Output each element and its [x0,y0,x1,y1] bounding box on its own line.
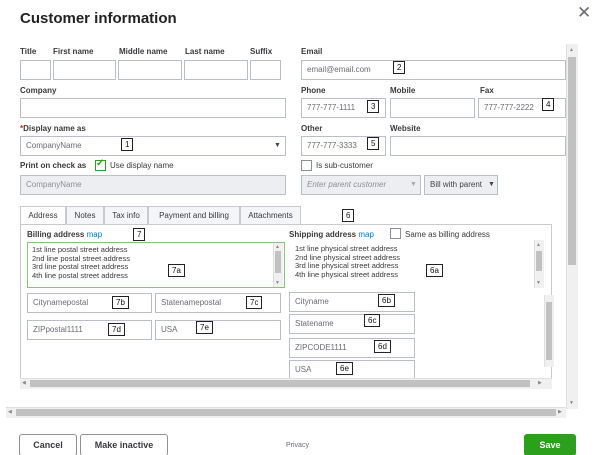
sub-customer-label: Is sub-customer [316,161,373,170]
last-name-input[interactable] [184,60,248,80]
shipping-map-link[interactable]: map [358,230,374,239]
parent-customer-input: Enter parent customer [301,175,421,195]
shipping-textarea-thumb[interactable] [536,251,542,271]
billing-country-input[interactable]: USA [155,320,281,340]
annotation-badge: 6b [378,294,395,307]
tab-address[interactable]: Address [20,206,66,225]
annotation-badge: 6d [374,340,391,353]
scroll-up-icon[interactable]: ▲ [275,244,280,250]
middle-name-input[interactable] [118,60,182,80]
annotation-badge: 4 [542,98,555,111]
shipping-address-label: Shipping address [289,230,357,239]
scroll-right-icon[interactable]: ▶ [538,380,542,386]
shipping-line: 4th line physical street address [295,269,398,279]
panel-h-scrollbar-thumb[interactable] [30,380,530,387]
tab-payment-and-billing[interactable]: Payment and billing [148,206,240,224]
billing-textarea-thumb[interactable] [275,251,281,273]
billing-zip-input[interactable]: ZIPpostal1111 [27,320,152,340]
suffix-input[interactable] [250,60,281,80]
annotation-badge: 1 [121,138,134,151]
annotation-badge: 6 [342,209,355,222]
suffix-label: Suffix [250,47,273,56]
display-name-select[interactable]: CompanyName [20,136,286,156]
company-label: Company [20,86,57,95]
last-name-label: Last name [185,47,225,56]
shipping-state-input[interactable]: Statename [289,314,415,334]
sub-customer-checkbox[interactable] [301,160,312,171]
billing-street-textarea[interactable]: 1st line postal street address 2nd line … [27,242,285,288]
scroll-up-icon[interactable]: ▲ [569,47,574,53]
tab-notes[interactable]: Notes [66,206,104,224]
annotation-badge: 6a [426,264,443,277]
dialog-scrollbar-thumb[interactable] [568,57,576,265]
mobile-label: Mobile [390,86,416,95]
annotation-badge: 7c [246,296,263,309]
tab-tax-info[interactable]: Tax info [104,206,148,224]
annotation-badge: 5 [367,137,380,150]
shipping-address-label-wrap: Shipping address map [289,230,374,239]
first-name-input[interactable] [53,60,116,80]
print-on-check-label: Print on check as [20,161,87,170]
annotation-badge: 3 [367,100,380,113]
company-input[interactable] [20,98,286,118]
dialog-h-scrollbar-thumb[interactable] [16,409,556,416]
shipping-street-text[interactable]: 1st line physical street address 2nd lin… [295,244,400,279]
annotation-badge: 7b [112,296,129,309]
scroll-left-icon[interactable]: ◀ [22,380,26,386]
scroll-down-icon[interactable]: ▼ [569,400,574,406]
shipping-city-input[interactable]: Cityname [289,292,415,312]
annotation-badge: 7 [133,228,146,241]
billing-address-label-wrap: Billing address map [27,230,102,239]
save-button[interactable]: Save [524,434,576,455]
annotation-badge: 6e [336,362,353,375]
fax-label: Fax [480,86,494,95]
tab-attachments[interactable]: Attachments [240,206,301,224]
annotation-badge: 6c [364,314,381,327]
scroll-down-icon[interactable]: ▼ [536,280,541,286]
phone-label: Phone [301,86,326,95]
cancel-button[interactable]: Cancel [19,434,77,455]
email-input[interactable]: email@email.com [301,60,566,80]
mobile-input[interactable] [390,98,475,118]
shipping-zip-input[interactable]: ZIPCODE1111 [289,338,415,358]
make-inactive-button[interactable]: Make inactive [80,434,168,455]
annotation-badge: 2 [393,61,406,74]
checkmark-icon: ✓ [96,158,105,169]
website-label: Website [390,124,421,133]
title-label: Title [20,47,37,56]
chevron-down-icon: ▼ [410,181,417,188]
use-display-name-label: Use display name [110,161,174,170]
annotation-badge: 7e [196,321,213,334]
first-name-label: First name [53,47,94,56]
chevron-down-icon: ▼ [274,142,281,149]
scroll-right-icon[interactable]: ▶ [558,409,562,415]
annotation-badge: 7d [108,323,125,336]
email-label: Email [301,47,323,56]
panel-scrollbar-thumb[interactable] [546,302,552,360]
bill-with-parent-select: Bill with parent [424,175,498,195]
other-label: Other [301,124,323,133]
dialog-title: Customer information [20,10,177,27]
annotation-badge: 7a [168,264,185,277]
middle-name-label: Middle name [119,47,168,56]
billing-city-input[interactable]: Citynamepostal [27,293,152,313]
print-on-check-input[interactable]: CompanyName [20,175,286,195]
privacy-link[interactable]: Privacy [286,442,309,449]
display-name-label-wrap: *Display name as [20,124,86,133]
scroll-up-icon[interactable]: ▲ [536,242,541,248]
billing-line: 4th line postal street address [32,270,128,280]
billing-address-label: Billing address [27,230,85,239]
scroll-left-icon[interactable]: ◀ [8,409,12,415]
chevron-down-icon: ▼ [488,181,495,188]
website-input[interactable] [390,136,566,156]
display-name-label: Display name as [23,124,86,133]
same-as-billing-label: Same as billing address [405,230,490,239]
billing-map-link[interactable]: map [87,230,103,239]
close-icon[interactable]: ✕ [577,4,591,21]
scroll-down-icon[interactable]: ▼ [275,280,280,286]
same-as-billing-checkbox[interactable] [390,228,401,239]
title-input[interactable] [20,60,51,80]
